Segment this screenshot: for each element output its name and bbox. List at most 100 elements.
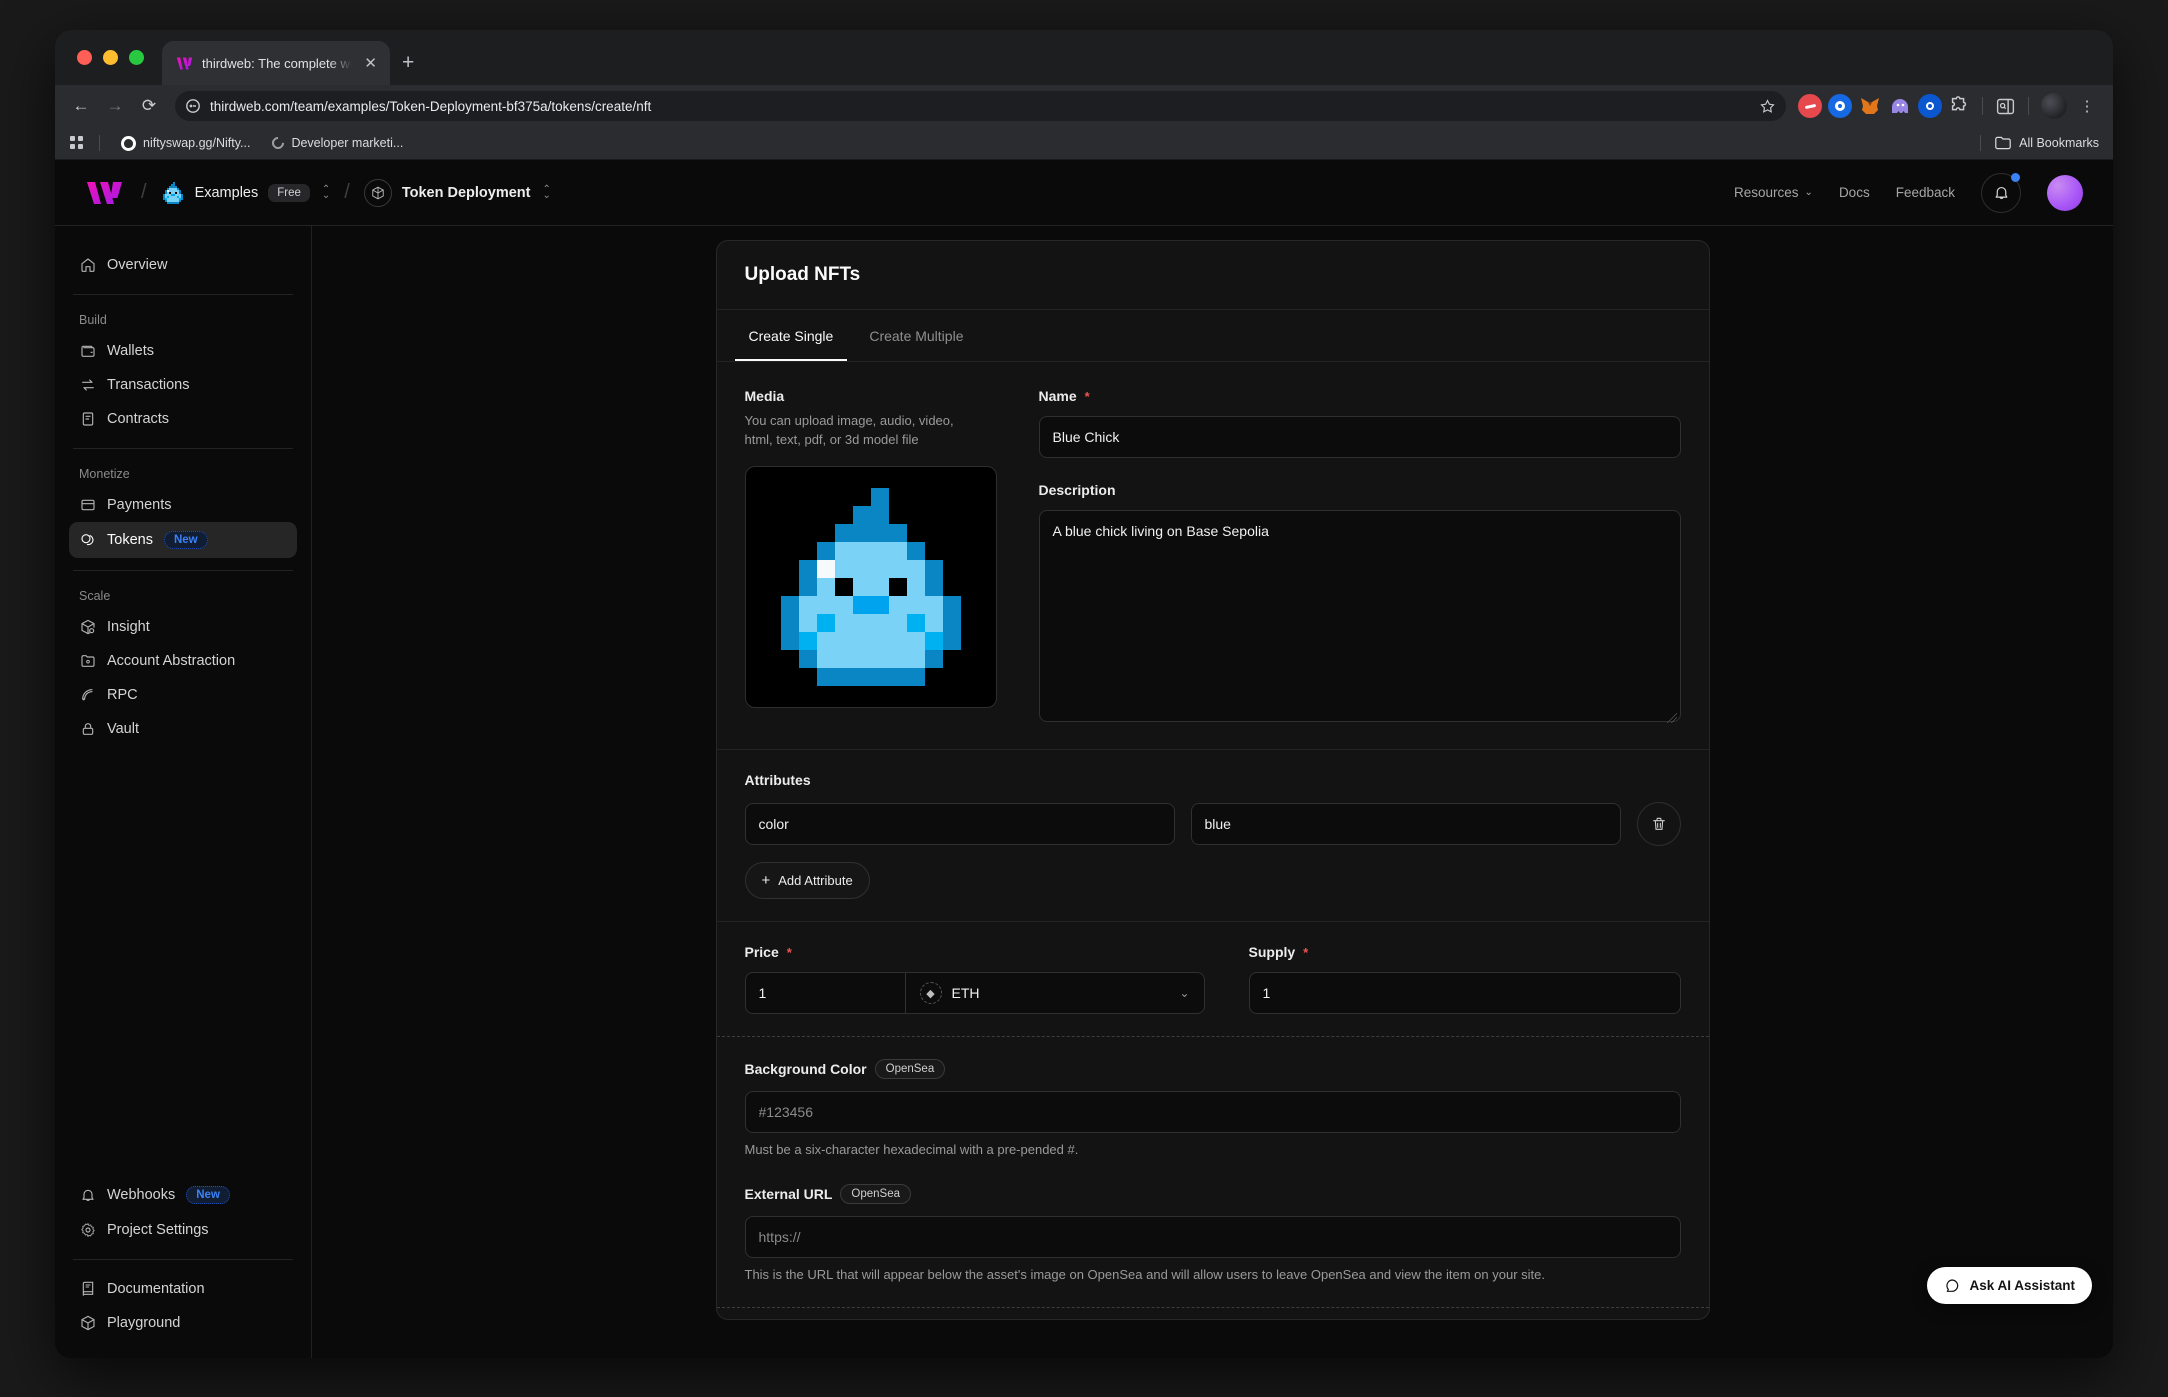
browser-menu-icon[interactable]: ⋮ [2073,92,2101,120]
supply-input[interactable] [1249,972,1681,1014]
app-top-nav: / Examples Free ⌃⌄ / Token Deployment ⌃⌄ [55,160,2113,226]
back-nav-icon[interactable]: ← [67,92,95,120]
reload-icon[interactable]: ⟳ [135,92,163,120]
project-name: Token Deployment [402,185,531,201]
bookmark-item-niftyswap[interactable]: niftyswap.gg/Nifty... [114,133,257,154]
tab-close-icon[interactable]: ✕ [361,53,380,74]
browser-window: thirdweb: The complete web3 ✕ + ← → ⟳ th… [55,30,2113,1358]
metamask-extension-icon[interactable] [1858,94,1882,118]
sidebar-item-project-settings[interactable]: Project Settings [69,1213,297,1247]
external-url-label: External URL OpenSea [745,1184,1681,1204]
form-tabs: Create Single Create Multiple [717,310,1709,362]
resources-menu[interactable]: Resources⌄ [1734,185,1813,200]
apps-grid-icon[interactable] [69,135,85,151]
sidebar-item-insight[interactable]: Insight [69,610,297,644]
coins-icon [79,532,96,548]
sidebar-item-account-abstraction[interactable]: Account Abstraction [69,644,297,678]
phantom-extension-icon[interactable] [1888,94,1912,118]
add-attribute-button[interactable]: + Add Attribute [745,862,870,899]
media-hint: You can upload image, audio, video, html… [745,412,983,450]
thirdweb-favicon-icon [176,56,193,71]
sidebar-item-rpc[interactable]: RPC [69,678,297,712]
price-label: Price* [745,944,1205,960]
bookmark-star-icon[interactable] [1759,98,1776,115]
zoom-window-button[interactable] [129,50,144,65]
sidebar-item-overview[interactable]: Overview [69,248,297,282]
extension-blue-ring-icon[interactable] [1828,94,1852,118]
name-input[interactable] [1039,416,1681,458]
folder-icon [1995,136,2011,150]
required-asterisk: * [1085,389,1090,404]
bookmark-label: niftyswap.gg/Nifty... [143,136,250,150]
site-settings-icon[interactable] [185,98,201,114]
sidebar-item-payments[interactable]: Payments [69,488,297,522]
cube-icon [79,1315,96,1331]
sidebar-item-label: Webhooks [107,1187,175,1203]
close-window-button[interactable] [77,50,92,65]
tab-title: thirdweb: The complete web3 [202,56,352,71]
bookmarks-bar: niftyswap.gg/Nifty... Developer marketi.… [55,127,2113,160]
team-switcher[interactable]: Examples Free ⌃⌄ [161,182,331,204]
team-name: Examples [195,185,259,201]
opensea-badge: OpenSea [840,1184,911,1204]
address-bar[interactable]: thirdweb.com/team/examples/Token-Deploym… [175,91,1786,121]
price-input[interactable] [745,972,905,1014]
thirdweb-logo[interactable] [85,180,127,206]
swap-arrows-icon [79,377,96,393]
tab-create-multiple[interactable]: Create Multiple [855,310,977,361]
delete-attribute-button[interactable] [1637,802,1681,846]
new-tab-button[interactable]: + [402,51,414,75]
divider [73,294,293,295]
background-color-input[interactable] [745,1091,1681,1133]
folder-user-icon [79,653,96,669]
new-badge: New [186,1186,230,1204]
currency-value: ETH [952,985,980,1001]
minimize-window-button[interactable] [103,50,118,65]
attribute-value-input[interactable] [1191,803,1621,845]
side-panel-search-icon[interactable] [1995,96,2016,117]
sidebar-item-playground[interactable]: Playground [69,1306,297,1340]
notification-dot [2011,173,2020,182]
extension-red-icon[interactable] [1798,94,1822,118]
browser-tab[interactable]: thirdweb: The complete web3 ✕ [162,41,390,85]
attribute-name-input[interactable] [745,803,1175,845]
book-icon [79,1281,96,1297]
sidebar-item-contracts[interactable]: Contracts [69,402,297,436]
feedback-link[interactable]: Feedback [1896,185,1955,200]
forward-nav-icon[interactable]: → [101,92,129,120]
team-avatar-chick [161,182,185,204]
sidebar-item-label: Playground [107,1315,180,1331]
user-avatar[interactable] [2047,175,2083,211]
description-textarea[interactable]: A blue chick living on Base Sepolia [1039,510,1681,722]
external-url-input[interactable] [745,1216,1681,1258]
plan-badge: Free [268,184,310,202]
sidebar-item-label: Wallets [107,343,154,359]
sidebar-item-wallets[interactable]: Wallets [69,334,297,368]
tab-create-single[interactable]: Create Single [735,310,848,361]
plus-icon: + [762,872,771,889]
project-switcher[interactable]: Token Deployment ⌃⌄ [364,179,551,207]
divider [73,448,293,449]
sidebar-item-webhooks[interactable]: Webhooks New [69,1177,297,1213]
sidebar-item-tokens[interactable]: Tokens New [69,522,297,558]
nft-image-blue-chick [763,488,979,686]
sidebar-item-documentation[interactable]: Documentation [69,1272,297,1306]
lock-icon [79,721,96,737]
browser-profile-avatar[interactable] [2041,93,2067,119]
all-bookmarks-button[interactable]: All Bookmarks [1974,135,2099,151]
ask-ai-assistant-button[interactable]: Ask AI Assistant [1927,1267,2092,1304]
media-upload-preview[interactable] [745,466,997,708]
currency-select[interactable]: ◆ ETH ⌄ [905,972,1205,1014]
divider [73,570,293,571]
window-controls [55,30,162,85]
sidebar-item-transactions[interactable]: Transactions [69,368,297,402]
sidebar-item-vault[interactable]: Vault [69,712,297,746]
docs-link[interactable]: Docs [1839,185,1870,200]
extension-blue2-icon[interactable] [1918,94,1942,118]
browser-toolbar: ← → ⟳ thirdweb.com/team/examples/Token-D… [55,85,2113,127]
notifications-button[interactable] [1981,173,2021,213]
required-asterisk: * [1303,945,1308,960]
extensions-puzzle-icon[interactable] [1948,95,1970,117]
bookmark-item-developer-marketing[interactable]: Developer marketi... [265,133,410,153]
resize-grip-icon[interactable] [1667,713,1677,723]
